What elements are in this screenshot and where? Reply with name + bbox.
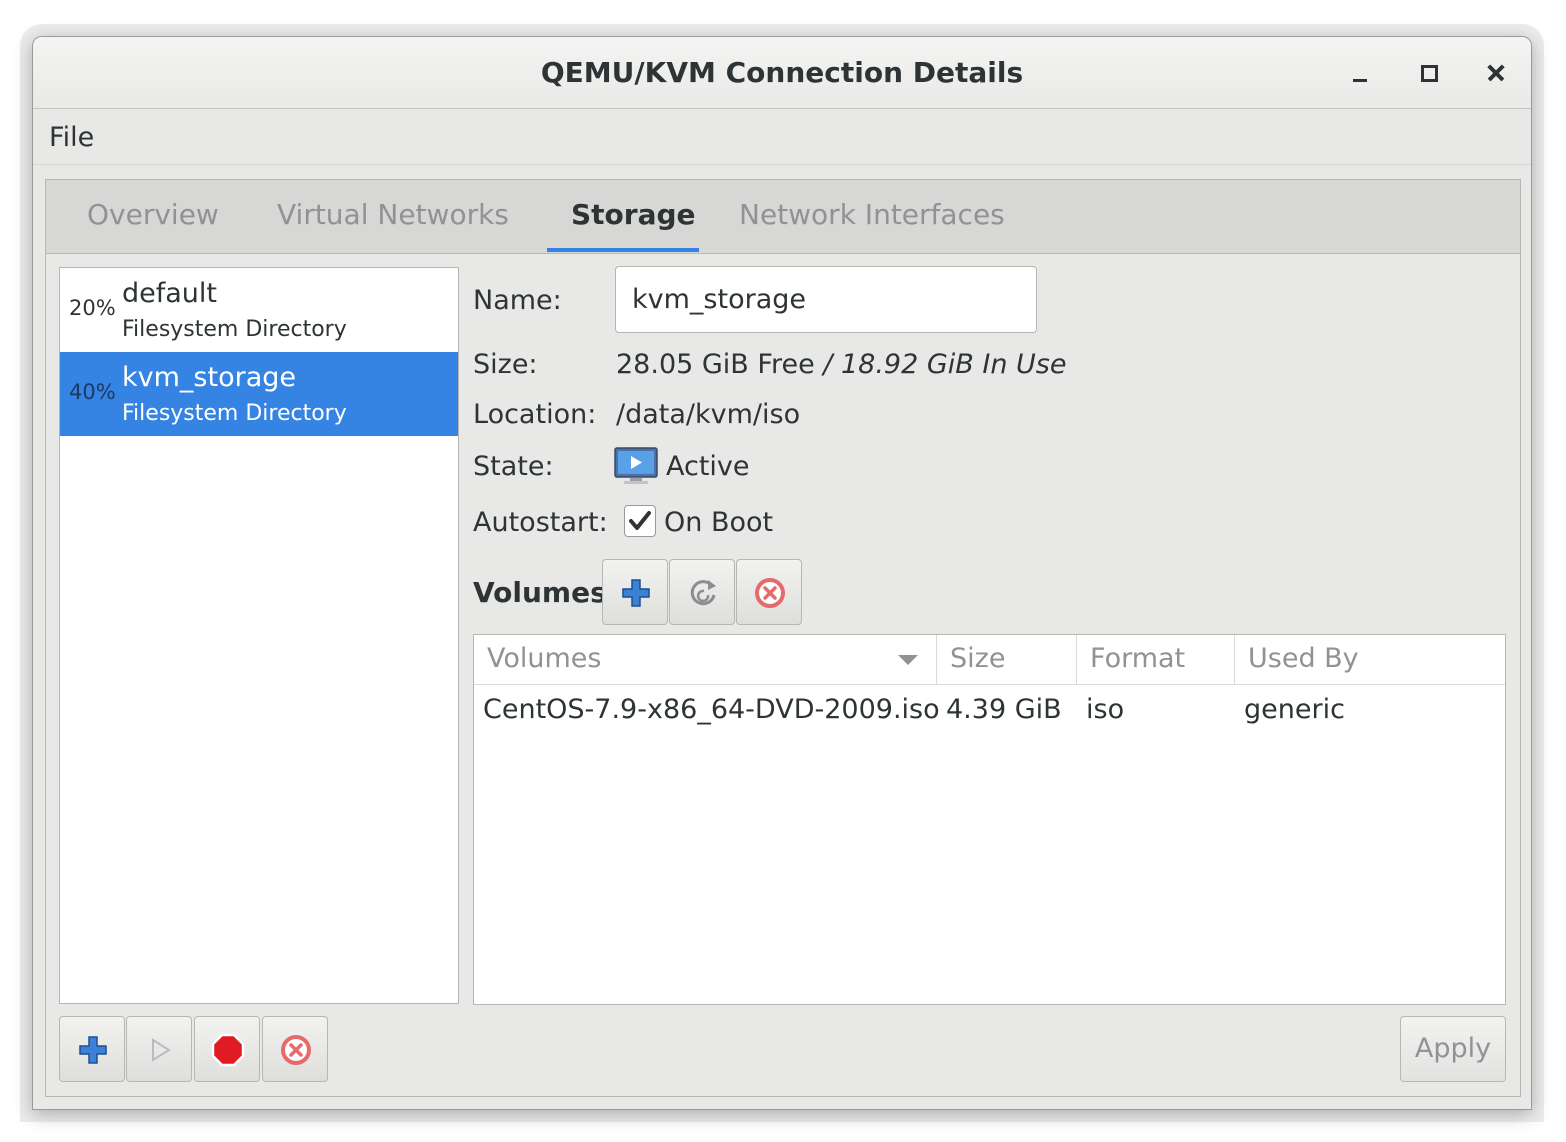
refresh-icon [690, 580, 716, 606]
tab-virtual-networks[interactable]: Virtual Networks [277, 198, 509, 231]
minimize-icon[interactable] [1341, 55, 1377, 91]
autostart-label: Autostart: [473, 507, 608, 538]
state-active-icon [614, 447, 658, 485]
pool-type: Filesystem Directory [122, 401, 347, 426]
name-label: Name: [473, 285, 562, 316]
pool-type: Filesystem Directory [122, 317, 347, 342]
plus-icon [622, 579, 650, 607]
location-value: /data/kvm/iso [616, 399, 801, 430]
titlebar: QEMU/KVM Connection Details [33, 37, 1531, 109]
volumes-table[interactable]: Volumes Size Format Used By CentOS-7.9-x… [473, 634, 1506, 1005]
close-icon[interactable] [1478, 55, 1514, 91]
size-free: 28.05 GiB Free [616, 349, 815, 380]
column-header-volumes[interactable]: Volumes [474, 635, 937, 685]
tab-storage[interactable]: Storage [571, 198, 696, 231]
add-pool-button[interactable] [59, 1016, 125, 1082]
size-in-use: 18.92 GiB In Use [840, 349, 1067, 380]
notebook: Overview Virtual Networks Storage Networ… [45, 179, 1521, 1097]
connection-details-window: QEMU/KVM Connection Details File Overvie… [32, 36, 1532, 1110]
window-title: QEMU/KVM Connection Details [540, 56, 1024, 89]
pool-list[interactable]: 20% default Filesystem Directory 40% kvm… [59, 267, 459, 1004]
column-header-used-by[interactable]: Used By [1235, 635, 1505, 685]
name-field[interactable] [615, 266, 1037, 333]
column-header-format[interactable]: Format [1077, 635, 1235, 685]
delete-volume-button[interactable] [736, 559, 802, 625]
volumes-heading: Volumes [473, 576, 607, 609]
location-label: Location: [473, 399, 597, 430]
delete-pool-button[interactable] [262, 1016, 328, 1082]
column-header-label: Volumes [487, 643, 602, 674]
size-separator: / [814, 349, 841, 380]
pool-name: kvm_storage [122, 362, 296, 393]
pool-usage-percent: 20% [69, 296, 116, 320]
add-volume-button[interactable] [602, 559, 668, 625]
column-header-size[interactable]: Size [937, 635, 1077, 685]
volume-name-cell: CentOS-7.9-x86_64-DVD-2009.iso [483, 694, 940, 725]
volumes-table-header: Volumes Size Format Used By [474, 635, 1505, 685]
size-value: 28.05 GiB Free / 18.92 GiB In Use [616, 349, 1066, 380]
tab-overview[interactable]: Overview [87, 198, 219, 231]
autostart-value[interactable]: On Boot [664, 507, 773, 538]
pool-name: default [122, 278, 218, 309]
menu-file[interactable]: File [49, 122, 94, 153]
menubar: File [33, 109, 1531, 165]
play-icon [152, 1038, 171, 1062]
autostart-checkbox[interactable] [624, 505, 656, 537]
tab-network-interfaces[interactable]: Network Interfaces [739, 198, 1005, 231]
maximize-icon[interactable] [1410, 55, 1446, 91]
state-label: State: [473, 451, 554, 482]
refresh-volumes-button[interactable] [669, 559, 735, 625]
pool-item-kvm-storage[interactable]: 40% kvm_storage Filesystem Directory [60, 352, 458, 436]
pool-item-default[interactable]: 20% default Filesystem Directory [60, 268, 458, 352]
volume-used-by-cell: generic [1244, 694, 1345, 725]
stop-icon [211, 1033, 245, 1067]
state-value: Active [666, 451, 750, 482]
stop-pool-button[interactable] [194, 1016, 260, 1082]
pool-usage-percent: 40% [69, 380, 116, 404]
plus-icon [79, 1036, 107, 1064]
delete-icon [755, 578, 785, 608]
tabstrip: Overview Virtual Networks Storage Networ… [46, 180, 1520, 254]
volume-format-cell: iso [1086, 694, 1125, 725]
storage-page: 20% default Filesystem Directory 40% kvm… [46, 254, 1520, 1096]
size-label: Size: [473, 349, 538, 380]
active-tab-indicator [547, 248, 699, 252]
volume-size-cell: 4.39 GiB [946, 694, 1062, 725]
name-input[interactable] [616, 267, 1036, 332]
delete-icon [281, 1035, 311, 1065]
checkmark-icon [629, 511, 651, 530]
start-pool-button[interactable] [126, 1016, 192, 1082]
sort-descending-icon [898, 655, 918, 665]
apply-button[interactable]: Apply [1400, 1016, 1506, 1082]
